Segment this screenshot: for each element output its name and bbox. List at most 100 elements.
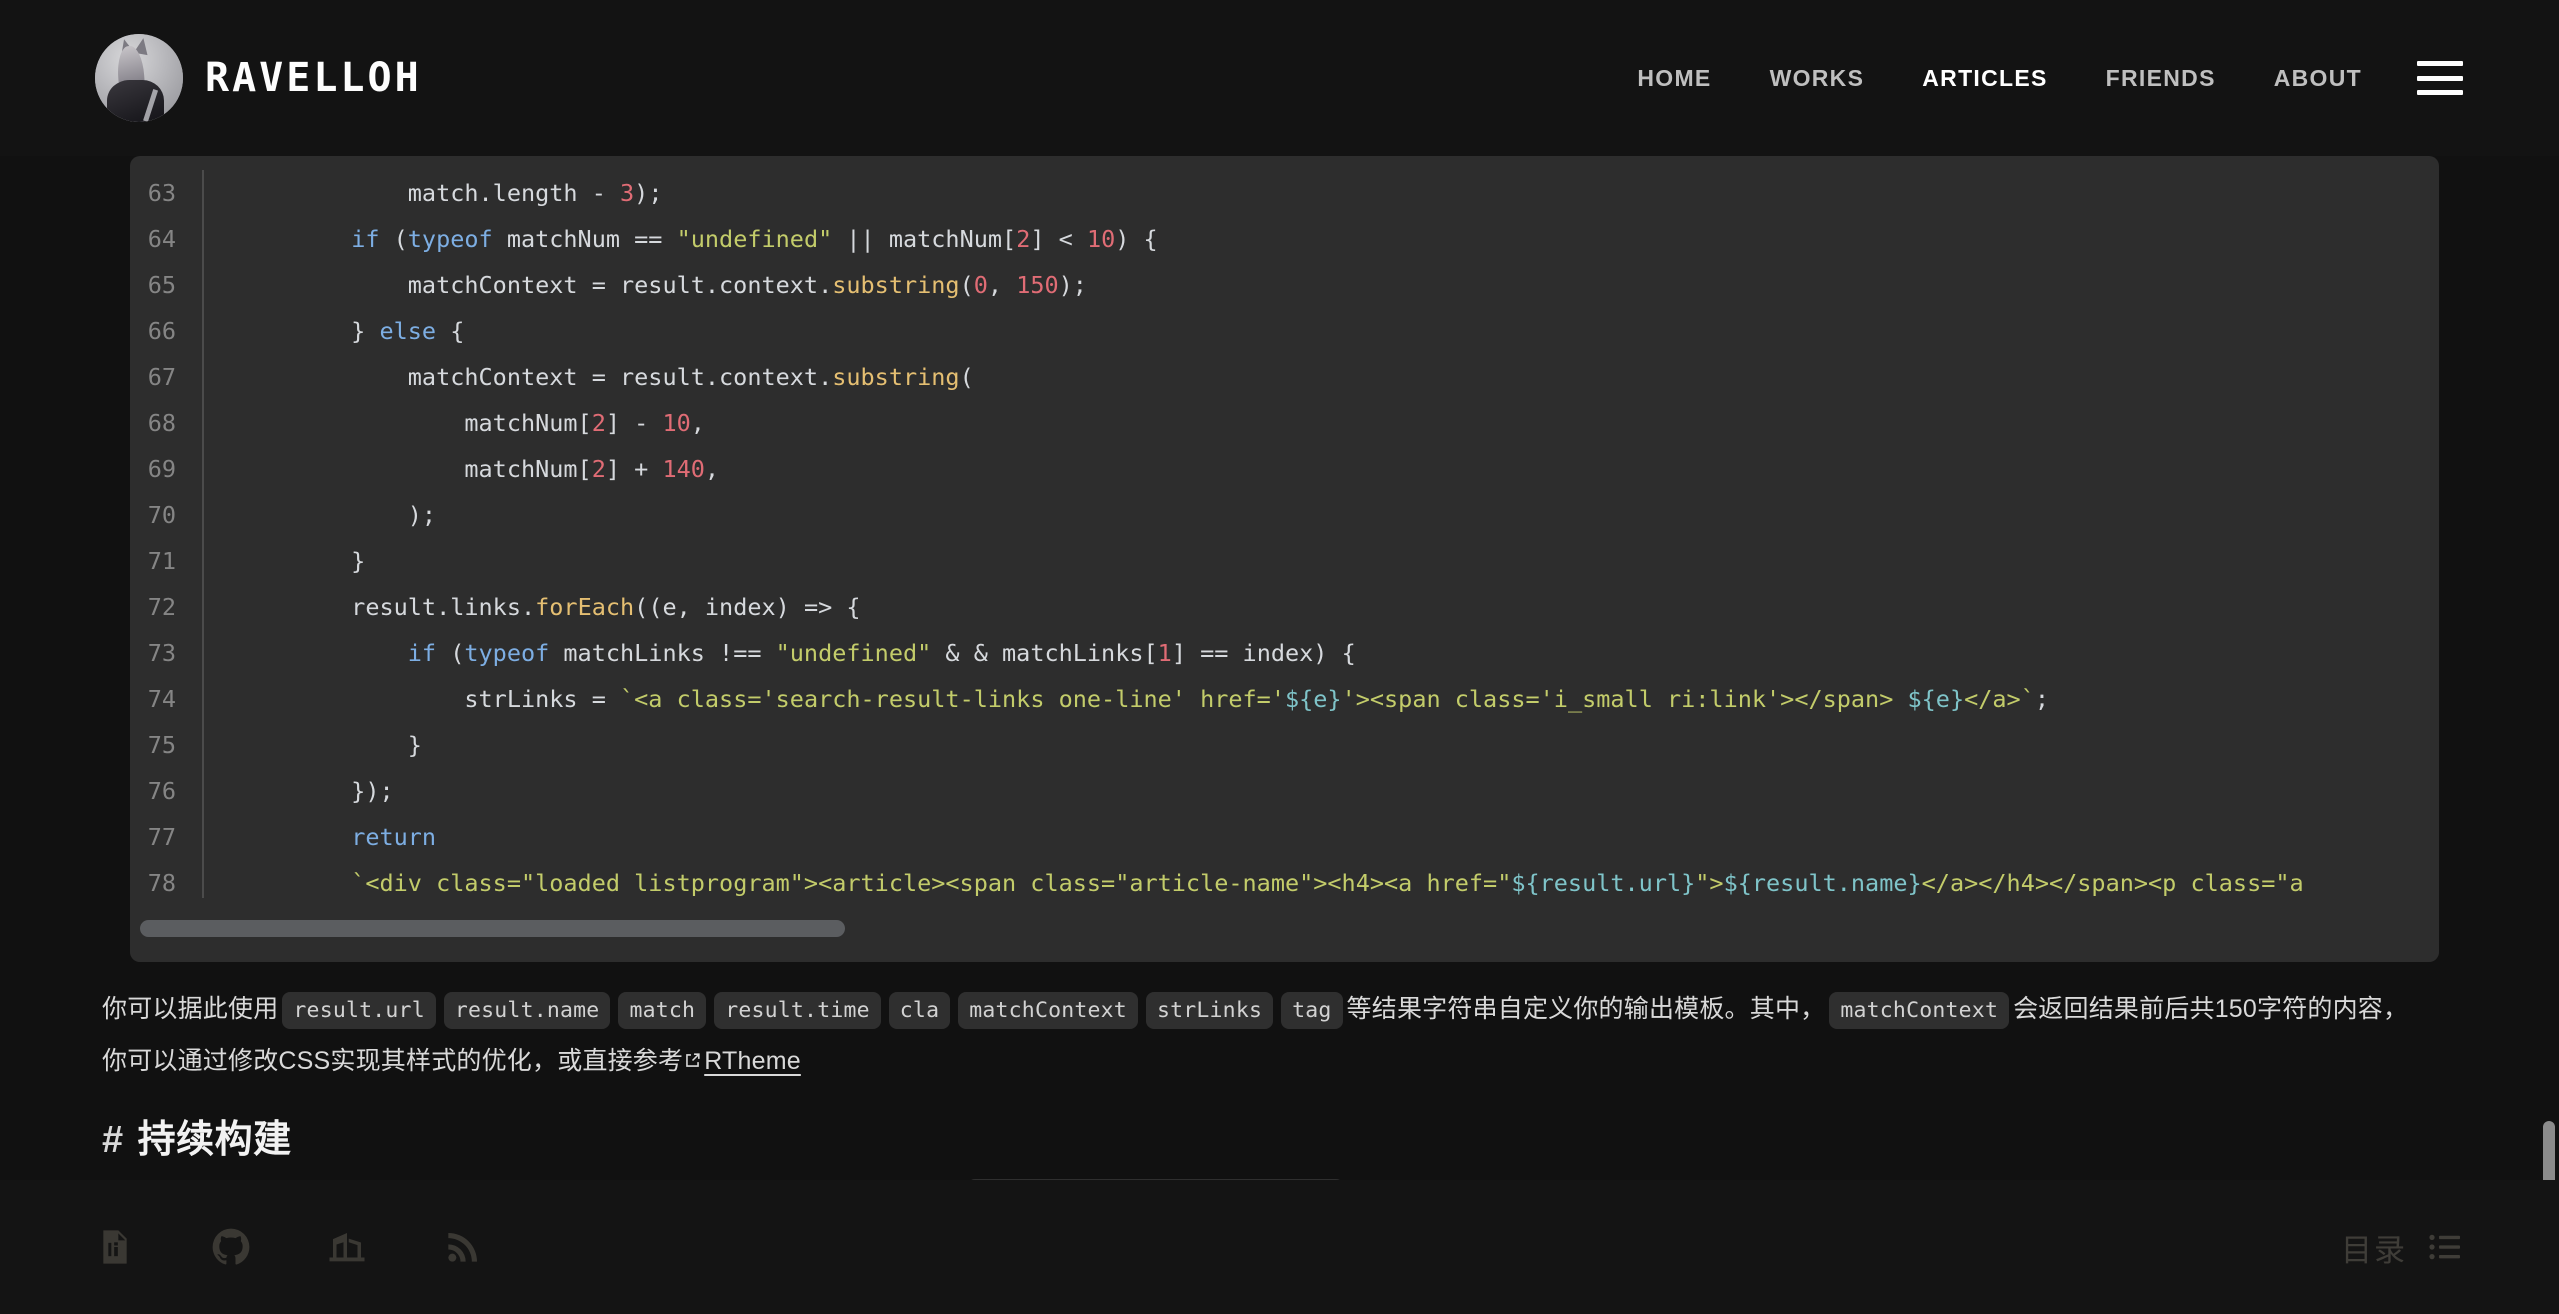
gutter-divider xyxy=(202,262,204,308)
line-number: 64 xyxy=(147,225,176,253)
heading-title: 持续构建 xyxy=(137,1119,292,1161)
code-token-cla: cla xyxy=(888,992,951,1029)
code-token-plain: matchContext = result.context. xyxy=(238,271,833,299)
code-token-plain: strLinks = xyxy=(238,685,621,713)
gutter-divider xyxy=(202,170,204,216)
code-token-plain: ] + xyxy=(605,455,663,483)
code-horizontal-scrollbar-thumb[interactable] xyxy=(140,920,845,937)
gutter-divider xyxy=(202,446,204,492)
line-number: 72 xyxy=(147,593,176,621)
rtheme-link[interactable]: RTheme xyxy=(683,1047,801,1075)
code-token-plain: ((e, index) => { xyxy=(634,593,861,621)
nav-link-about[interactable]: ABOUT xyxy=(2245,55,2391,102)
nav-link-friends[interactable]: FRIENDS xyxy=(2077,55,2245,102)
code-line: 64 if (typeof matchNum == "undefined" ||… xyxy=(130,216,2439,262)
code-token-str: '><span class='i_small ri:link'></span> xyxy=(1341,685,1908,713)
code-token-tag: tag xyxy=(1281,992,1343,1029)
line-number: 65 xyxy=(147,271,176,299)
code-token-plain: ( xyxy=(379,225,408,253)
code-line: 69 matchNum[2] + 140, xyxy=(130,446,2439,492)
document-info-icon[interactable] xyxy=(92,1224,138,1270)
hamburger-menu-icon[interactable] xyxy=(2417,61,2463,95)
code-line-text: result.links.forEach((e, index) => { xyxy=(238,593,861,621)
gutter-divider xyxy=(202,538,204,584)
code-line-text: `<div class="loaded listprogram"><articl… xyxy=(238,869,2304,897)
gutter-divider xyxy=(202,308,204,354)
code-token-kw: if xyxy=(407,639,437,667)
gutter-divider xyxy=(202,354,204,400)
line-number: 71 xyxy=(147,547,176,575)
code-token-plain: ] == index) { xyxy=(1171,639,1356,667)
code-line-text: match.length - 3); xyxy=(238,179,663,207)
line-number: 70 xyxy=(147,501,176,529)
site-footer: 目录 xyxy=(0,1180,2559,1314)
code-token-plain: & & matchLinks[ xyxy=(931,639,1158,667)
code-token-plain: , xyxy=(704,455,720,483)
code-scroll-area[interactable]: 63 match.length - 3); 64 if (typeof match… xyxy=(130,170,2439,912)
rss-icon[interactable] xyxy=(440,1224,486,1270)
line-number: 66 xyxy=(147,317,176,345)
gutter-divider xyxy=(202,630,204,676)
code-token-kw: typeof xyxy=(407,225,493,253)
code-line-text: strLinks = `<a class='search-result-link… xyxy=(238,685,2049,713)
code-token-str: `<a class='search-result-links one-line'… xyxy=(620,685,1285,713)
code-token-plain: result.links. xyxy=(238,593,536,621)
code-horizontal-scrollbar-track[interactable] xyxy=(130,898,2439,962)
code-token-str: "undefined" xyxy=(676,225,833,253)
heading-hash: # xyxy=(102,1119,124,1161)
gutter-divider xyxy=(202,584,204,630)
nav-link-articles[interactable]: ARTICLES xyxy=(1893,55,2076,102)
code-token-plain: } xyxy=(238,547,366,575)
building-icon[interactable] xyxy=(324,1224,370,1270)
code-token-plain: matchLinks !== xyxy=(549,639,776,667)
section-heading-continuous-build: # 持续构建 xyxy=(102,1117,2559,1165)
page-vertical-scrollbar[interactable] xyxy=(2543,1121,2555,1180)
code-token-result-time: result.time xyxy=(714,992,881,1029)
code-token-plain: ] - xyxy=(605,409,663,437)
github-icon[interactable] xyxy=(208,1224,254,1270)
code-token-num: 0 xyxy=(973,271,988,299)
external-link-icon xyxy=(683,1037,702,1087)
line-number: 77 xyxy=(147,823,176,851)
code-token-str: "undefined" xyxy=(775,639,932,667)
code-token-kw: return xyxy=(351,823,437,851)
code-token-fn: substring xyxy=(832,363,960,391)
gutter-divider xyxy=(202,722,204,768)
line-number: 69 xyxy=(147,455,176,483)
avatar xyxy=(95,34,183,122)
nav-link-home[interactable]: HOME xyxy=(1608,55,1740,102)
code-token-num: 3 xyxy=(620,179,635,207)
line-number: 76 xyxy=(147,777,176,805)
code-token-plain: , xyxy=(987,271,1017,299)
gutter-divider xyxy=(202,768,204,814)
code-token-num: 1 xyxy=(1157,639,1172,667)
brand[interactable]: RAVELLOH xyxy=(95,34,422,122)
code-token-kw: else xyxy=(379,317,437,345)
code-line-text: matchContext = result.context.substring(… xyxy=(238,271,1087,299)
nav-link-works[interactable]: WORKS xyxy=(1741,55,1894,102)
code-token-str: </a>` xyxy=(1964,685,2035,713)
code-line-text: }); xyxy=(238,777,393,805)
code-token-plain: matchContext = result.context. xyxy=(238,363,833,391)
footer-icon-group xyxy=(92,1224,486,1270)
code-line-text: } xyxy=(238,547,365,575)
code-token-fn: substring xyxy=(832,271,960,299)
list-icon xyxy=(2425,1226,2467,1268)
code-token-str: </a></h4></span><p class="a xyxy=(1921,869,2304,897)
gutter-divider xyxy=(202,216,204,262)
line-number: 73 xyxy=(147,639,176,667)
code-token-num: 10 xyxy=(1086,225,1116,253)
line-number: 67 xyxy=(147,363,176,391)
code-token-plain: } xyxy=(238,731,422,759)
code-line: 66 } else { xyxy=(130,308,2439,354)
paragraph-workflow: 在初始化成功后，你可以使用github Workflow在有更改时自动构建。添加… xyxy=(102,1171,2429,1180)
code-token-fn: forEach xyxy=(535,593,635,621)
code-token-plain: , xyxy=(690,409,705,437)
line-number: 74 xyxy=(147,685,176,713)
code-token-plain: || matchNum[ xyxy=(832,225,1017,253)
code-line-text: matchNum[2] + 140, xyxy=(238,455,719,483)
table-of-contents-toggle[interactable]: 目录 xyxy=(2341,1225,2467,1270)
toc-label: 目录 xyxy=(2341,1232,2407,1268)
code-token-strlinks: strLinks xyxy=(1145,992,1274,1029)
